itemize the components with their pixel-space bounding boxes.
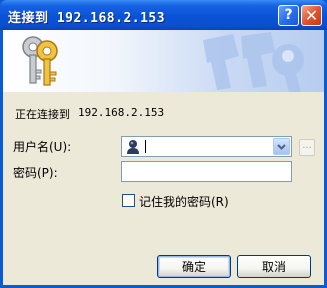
username-label: 用户名(U): [13,140,72,154]
ok-button[interactable]: 确定 [157,255,231,278]
window-title: 连接到 192.168.2.153 [8,11,166,26]
cancel-button[interactable]: 取消 [237,255,311,278]
title-bar[interactable]: 连接到 192.168.2.153 ? ✕ [0,0,327,30]
username-combobox[interactable] [121,136,292,157]
connecting-label: 正在连接到 [15,108,70,121]
keys-icon [22,36,58,86]
dialog-body: 正在连接到 192.168.2.153 用户名(U): ... 密码(P): 记… [3,30,324,285]
remember-password-label[interactable]: 记住我的密码(R) [139,193,229,210]
banner-watermark-icon [203,32,304,92]
help-button[interactable]: ? [278,5,299,26]
password-label: 密码(P): [13,166,58,180]
chevron-down-icon [277,144,286,150]
connect-dialog: 连接到 192.168.2.153 ? ✕ 正在连接到 192.168.2.15… [0,0,327,288]
banner [3,30,324,92]
connecting-host: 192.168.2.153 [78,106,165,119]
browse-button[interactable]: ... [299,139,315,156]
password-field[interactable] [121,161,292,182]
user-icon [127,140,139,154]
text-cursor [145,140,146,153]
username-dropdown-button[interactable] [273,138,290,155]
close-button[interactable]: ✕ [301,5,322,26]
remember-password-checkbox[interactable] [122,194,135,207]
